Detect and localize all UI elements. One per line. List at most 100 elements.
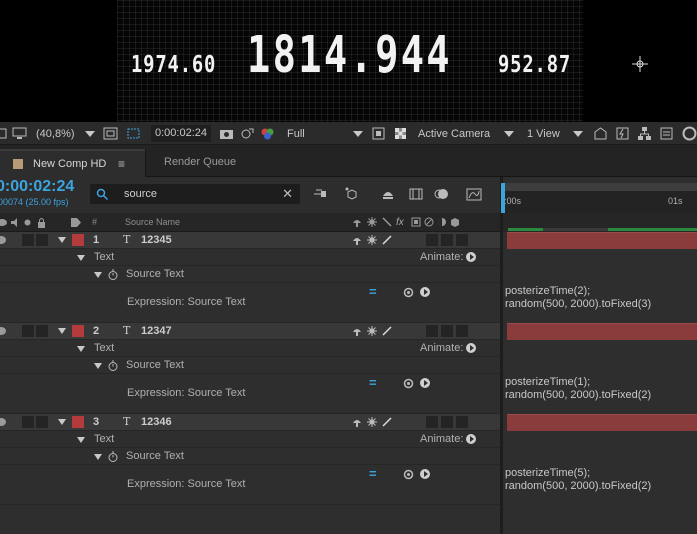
expression-row[interactable]: Expression: Source Text = [0, 283, 500, 323]
expression-enable-icon[interactable]: = [369, 466, 377, 481]
zoom-dropdown[interactable]: (40,8%) [36, 122, 95, 145]
text-group-row[interactable]: Text Animate: [0, 340, 500, 357]
layer-name[interactable]: 12347 [141, 325, 172, 337]
time-navigator[interactable] [503, 183, 697, 191]
shy-switch-icon[interactable] [352, 417, 362, 427]
tab-render-queue[interactable]: Render Queue [164, 156, 236, 168]
source-text-row[interactable]: Source Text [0, 357, 500, 374]
source-text-row[interactable]: Source Text [0, 266, 500, 283]
3d-layer-switch[interactable] [456, 234, 468, 246]
source-name-column-header[interactable]: Source Name [125, 217, 180, 227]
timeline-panel-icon[interactable] [659, 126, 674, 141]
adjustment-switch[interactable] [441, 234, 453, 246]
expression-code[interactable]: posterizeTime(2); random(500, 2000).toFi… [505, 285, 651, 311]
monitor-icon[interactable] [12, 126, 27, 141]
solo-toggle[interactable] [22, 325, 34, 337]
expand-layer-icon[interactable] [58, 237, 66, 243]
pixel-aspect-icon[interactable] [593, 126, 608, 141]
layer-label-color[interactable] [72, 234, 84, 246]
layer-row[interactable]: 3 T 12346 [0, 414, 500, 431]
shy-switch-icon[interactable] [352, 326, 362, 336]
expand-text-icon[interactable] [77, 437, 85, 443]
expression-enable-icon[interactable]: = [369, 375, 377, 390]
stopwatch-icon[interactable] [108, 269, 118, 280]
continuously-rasterize-switch-icon[interactable] [367, 417, 377, 427]
animate-menu[interactable]: Animate: [420, 342, 477, 354]
expression-pickwhip-icon[interactable] [403, 287, 414, 298]
visibility-eye-icon[interactable] [0, 418, 6, 426]
expression-language-menu-icon[interactable] [420, 378, 430, 388]
view-layout-dropdown[interactable]: 1 View [527, 122, 583, 145]
camera-view-dropdown[interactable]: Active Camera [418, 122, 518, 145]
time-ruler[interactable]: ):00s 01s [501, 191, 697, 213]
resolution-dropdown[interactable]: Full [287, 122, 365, 145]
expand-source-text-icon[interactable] [94, 363, 102, 369]
expression-code[interactable]: posterizeTime(1); random(500, 2000).toFi… [505, 376, 651, 402]
frame-blending-icon[interactable] [408, 186, 424, 202]
fast-draft-icon[interactable] [615, 126, 630, 141]
composition-viewer[interactable]: 1974.60 1814.944 952.87 [0, 0, 697, 122]
quality-switch-icon[interactable] [382, 417, 392, 427]
expand-source-text-icon[interactable] [94, 454, 102, 460]
layer-name[interactable]: 12346 [141, 416, 172, 428]
expression-language-menu-icon[interactable] [420, 287, 430, 297]
camera-snapshot-icon[interactable] [219, 126, 234, 141]
transparency-grid-icon[interactable] [393, 126, 408, 141]
timeline-current-time[interactable]: 0:00:02:24 [0, 178, 74, 196]
expand-text-icon[interactable] [77, 346, 85, 352]
region-of-interest-icon[interactable] [126, 126, 141, 141]
expression-row[interactable]: Expression: Source Text = [0, 374, 500, 414]
exposure-reset-icon[interactable] [682, 126, 697, 141]
solo-toggle[interactable] [22, 234, 34, 246]
shy-switch-icon[interactable] [352, 235, 362, 245]
audio-icon[interactable] [10, 218, 19, 227]
expand-source-text-icon[interactable] [94, 272, 102, 278]
3d-layer-switch[interactable] [456, 325, 468, 337]
layer-label-color[interactable] [72, 416, 84, 428]
motion-blur-switch[interactable] [426, 234, 438, 246]
animate-menu[interactable]: Animate: [420, 251, 477, 263]
layer-duration-bar[interactable] [507, 232, 697, 249]
motion-blur-switch[interactable] [426, 325, 438, 337]
animate-menu[interactable]: Animate: [420, 433, 477, 445]
layer-duration-bar[interactable] [507, 414, 697, 431]
lock-toggle[interactable] [36, 234, 48, 246]
continuously-rasterize-switch-icon[interactable] [367, 326, 377, 336]
layer-duration-bar[interactable] [507, 323, 697, 340]
layer-row[interactable]: 2 T 12347 [0, 323, 500, 340]
3d-layer-switch[interactable] [456, 416, 468, 428]
stopwatch-icon[interactable] [108, 360, 118, 371]
expression-enable-icon[interactable]: = [369, 284, 377, 299]
expression-row[interactable]: Expression: Source Text = [0, 465, 500, 505]
layer-label-color[interactable] [72, 325, 84, 337]
expand-layer-icon[interactable] [58, 419, 66, 425]
lock-icon[interactable] [37, 217, 46, 228]
expand-layer-icon[interactable] [58, 328, 66, 334]
safe-margins-icon[interactable] [103, 126, 118, 141]
expression-pickwhip-icon[interactable] [403, 469, 414, 480]
visibility-eye-icon[interactable] [0, 327, 6, 335]
solo-icon[interactable] [24, 219, 31, 226]
continuously-rasterize-switch-icon[interactable] [367, 235, 377, 245]
motion-blur-switch[interactable] [426, 416, 438, 428]
fast-previews-icon[interactable] [371, 126, 386, 141]
lock-toggle[interactable] [36, 325, 48, 337]
quality-switch-icon[interactable] [382, 235, 392, 245]
stopwatch-icon[interactable] [108, 451, 118, 462]
flowchart-icon[interactable] [637, 126, 652, 141]
layer-search-input[interactable]: source ✕ [90, 184, 300, 204]
draft-3d-icon[interactable] [344, 186, 360, 202]
layer-row[interactable]: 1 T 12345 [0, 232, 500, 249]
audio-video-icon[interactable] [0, 218, 7, 227]
tab-new-comp-hd[interactable]: New Comp HD ≡ [0, 149, 145, 177]
expression-code[interactable]: posterizeTime(5); random(500, 2000).toFi… [505, 467, 651, 493]
graph-editor-icon[interactable] [466, 186, 482, 202]
channels-icon[interactable] [260, 126, 275, 141]
source-text-row[interactable]: Source Text [0, 448, 500, 465]
layer-name[interactable]: 12345 [141, 234, 172, 246]
clear-search-icon[interactable]: ✕ [282, 186, 293, 202]
solo-toggle[interactable] [22, 416, 34, 428]
quality-switch-icon[interactable] [382, 326, 392, 336]
playhead-indicator[interactable] [501, 183, 505, 213]
text-group-row[interactable]: Text Animate: [0, 431, 500, 448]
